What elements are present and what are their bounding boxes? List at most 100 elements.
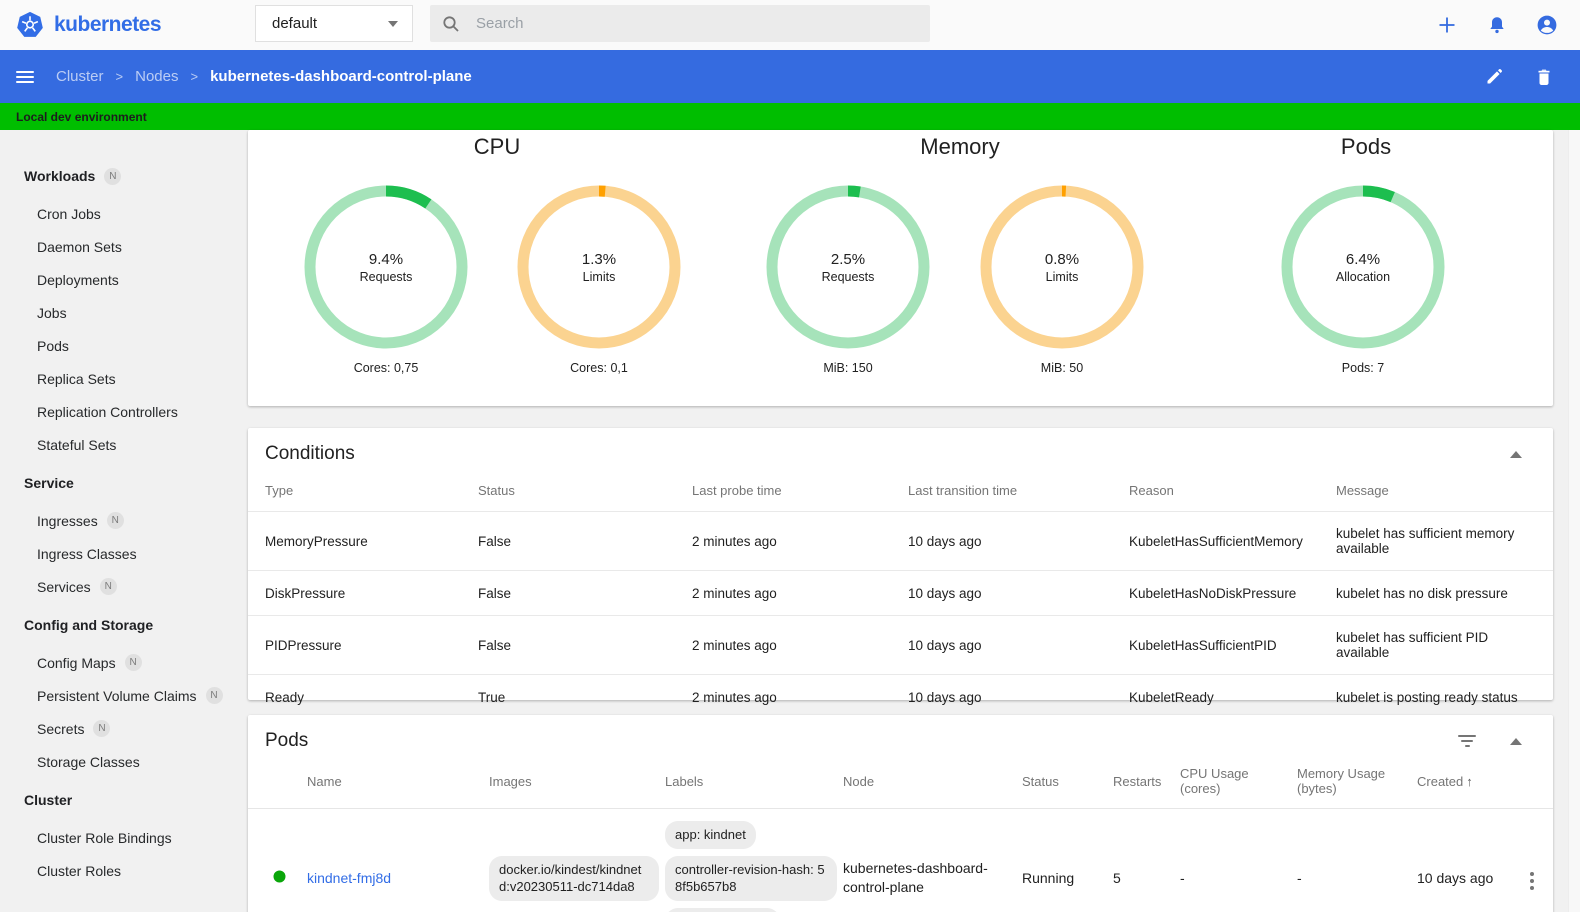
table-row: DiskPressure False 2 minutes ago 10 days… bbox=[248, 570, 1553, 616]
sidebar-group-config-and-storage[interactable]: Config and Storage bbox=[0, 608, 248, 642]
sidebar-group-label: Cluster bbox=[24, 792, 73, 808]
pod-memory-usage: - bbox=[1297, 870, 1302, 887]
sidebar-item-stateful-sets[interactable]: Stateful Sets bbox=[0, 428, 248, 461]
breadcrumb-cluster[interactable]: Cluster bbox=[56, 68, 104, 85]
donut-label: Limits bbox=[582, 269, 616, 284]
delete-button[interactable] bbox=[1534, 67, 1554, 87]
donut-label: Requests bbox=[359, 269, 413, 284]
sidebar-item-secrets[interactable]: Secrets N bbox=[0, 712, 248, 745]
bell-icon bbox=[1490, 17, 1504, 34]
sidebar-group-service[interactable]: Service bbox=[0, 466, 248, 500]
search-bar[interactable] bbox=[430, 5, 930, 42]
pod-restarts: 5 bbox=[1113, 870, 1121, 887]
donut-footer: Cores: 0,1 bbox=[570, 361, 628, 375]
collapse-conditions-button[interactable] bbox=[1510, 450, 1522, 458]
col-header-status: Status bbox=[478, 483, 515, 498]
col-header-restarts: Restarts bbox=[1113, 752, 1180, 809]
plus-icon bbox=[1439, 17, 1455, 33]
sidebar-item-cluster-role-bindings[interactable]: Cluster Role Bindings bbox=[0, 821, 248, 854]
scrollbar[interactable] bbox=[1568, 130, 1580, 912]
menu-button[interactable] bbox=[16, 70, 34, 83]
environment-banner: Local dev environment bbox=[0, 103, 1580, 130]
sidebar-item-replica-sets[interactable]: Replica Sets bbox=[0, 362, 248, 395]
chevron-down-icon bbox=[388, 20, 398, 27]
col-header-name: Name bbox=[307, 752, 489, 809]
col-header-cpu-usage: CPU Usage (cores) bbox=[1180, 752, 1297, 809]
sidebar-group-label: Config and Storage bbox=[24, 617, 154, 633]
donut-percent: 9.4% bbox=[368, 250, 404, 268]
breadcrumb-separator: > bbox=[115, 69, 124, 84]
action-bar: Cluster > Nodes > kubernetes-dashboard-c… bbox=[0, 50, 1580, 103]
collapse-pods-button[interactable] bbox=[1510, 737, 1522, 745]
add-resource-button[interactable] bbox=[1436, 14, 1458, 36]
table-row: Ready True 2 minutes ago 10 days ago Kub… bbox=[248, 674, 1553, 720]
namespaced-badge: N bbox=[99, 578, 117, 595]
sidebar-item-replication-controllers[interactable]: Replication Controllers bbox=[0, 395, 248, 428]
namespace-value: default bbox=[272, 15, 318, 32]
sidebar-item-services[interactable]: Services N bbox=[0, 570, 248, 603]
breadcrumb-nodes[interactable]: Nodes bbox=[135, 68, 178, 85]
namespaced-badge: N bbox=[104, 167, 122, 185]
trash-icon bbox=[1538, 69, 1550, 85]
sidebar-item-ingress-classes[interactable]: Ingress Classes bbox=[0, 537, 248, 570]
sidebar-item-daemon-sets[interactable]: Daemon Sets bbox=[0, 230, 248, 263]
namespace-selector[interactable]: default bbox=[255, 5, 413, 42]
pods-title: Pods bbox=[265, 730, 309, 751]
sidebar-group-label: Service bbox=[24, 475, 74, 491]
pod-name-link[interactable]: kindnet-fmj8d bbox=[307, 870, 391, 886]
donut-memory-requests: 2.5% Requests MiB: 150 bbox=[765, 184, 931, 375]
col-header-last-transition-time: Last transition time bbox=[908, 483, 1018, 498]
sidebar-group-label: Workloads bbox=[24, 168, 96, 184]
donut-pods-allocation: 6.4% Allocation Pods: 7 bbox=[1280, 184, 1446, 375]
col-header-message: Message bbox=[1336, 483, 1389, 498]
account-button[interactable] bbox=[1536, 14, 1558, 36]
conditions-table: Type Status Last probe time Last transit… bbox=[248, 465, 1553, 720]
namespaced-badge: N bbox=[205, 687, 223, 704]
sidebar-item-deployments[interactable]: Deployments bbox=[0, 263, 248, 296]
brand[interactable]: kubernetes bbox=[0, 11, 240, 39]
sidebar-item-jobs[interactable]: Jobs bbox=[0, 296, 248, 329]
col-header-memory-usage: Memory Usage (bytes) bbox=[1297, 752, 1417, 809]
donut-cpu-limits: 1.3% Limits Cores: 0,1 bbox=[516, 184, 682, 375]
edit-button[interactable] bbox=[1484, 67, 1504, 87]
search-input[interactable] bbox=[476, 15, 856, 32]
filter-icon[interactable] bbox=[1458, 735, 1476, 747]
pod-created: 10 days ago bbox=[1417, 870, 1494, 887]
col-header-node: Node bbox=[843, 752, 1022, 809]
namespaced-badge: N bbox=[106, 512, 124, 529]
donut-percent: 6.4% bbox=[1345, 250, 1381, 268]
donut-cpu-requests: 9.4% Requests Cores: 0,75 bbox=[303, 184, 469, 375]
col-header-status-dot bbox=[248, 752, 307, 809]
table-row: MemoryPressure False 2 minutes ago 10 da… bbox=[248, 511, 1553, 571]
image-chip: docker.io/kindest/kindnetd:v20230511-dc7… bbox=[489, 855, 659, 901]
allocation-card: CPU Memory Pods 9.4% Requests Cores: 0,7… bbox=[248, 130, 1553, 406]
sidebar-item-cron-jobs[interactable]: Cron Jobs bbox=[0, 197, 248, 230]
sidebar-item-config-maps[interactable]: Config Maps N bbox=[0, 646, 248, 679]
col-header-created[interactable]: Created ↑ bbox=[1417, 752, 1524, 809]
sidebar-item-storage-classes[interactable]: Storage Classes bbox=[0, 745, 248, 778]
sidebar-group-cluster[interactable]: Cluster bbox=[0, 783, 248, 817]
search-icon bbox=[443, 15, 459, 32]
main-content: CPU Memory Pods 9.4% Requests Cores: 0,7… bbox=[248, 130, 1580, 912]
pod-status: Running bbox=[1022, 870, 1075, 887]
donut-footer: MiB: 150 bbox=[823, 361, 873, 375]
sidebar-item-persistent-volume-claims[interactable]: Persistent Volume Claims N bbox=[0, 679, 248, 712]
label-chip: app: kindnet bbox=[665, 821, 756, 849]
pod-node: kubernetes-dashboard-control-plane bbox=[843, 860, 988, 896]
donut-percent: 0.8% bbox=[1044, 250, 1080, 268]
sidebar-item-ingresses[interactable]: Ingresses N bbox=[0, 504, 248, 537]
row-menu-button[interactable] bbox=[1524, 870, 1540, 892]
label-chip: k8s-app: kindnet bbox=[665, 907, 781, 912]
sidebar-item-cluster-roles[interactable]: Cluster Roles bbox=[0, 854, 248, 887]
namespaced-badge: N bbox=[124, 654, 142, 671]
label-chip: controller-revision-hash: 58f5b657b8 bbox=[665, 855, 837, 901]
conditions-title: Conditions bbox=[265, 443, 355, 464]
col-header-labels: Labels bbox=[665, 752, 843, 809]
section-title-cpu: CPU bbox=[473, 134, 521, 159]
sidebar-group-workloads[interactable]: Workloads N bbox=[0, 159, 248, 193]
notifications-button[interactable] bbox=[1486, 14, 1508, 36]
donut-memory-limits: 0.8% Limits MiB: 50 bbox=[979, 184, 1145, 375]
donut-label: Allocation bbox=[1335, 269, 1391, 284]
pods-card: Pods Name Images Labels Node Status Rest… bbox=[248, 715, 1553, 912]
sidebar-item-pods[interactable]: Pods bbox=[0, 329, 248, 362]
